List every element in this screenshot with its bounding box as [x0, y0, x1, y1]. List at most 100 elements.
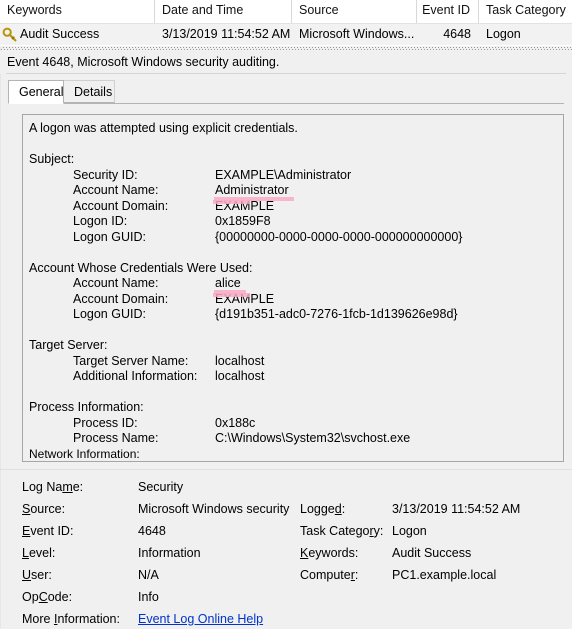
summary-row: Keywords: Audit Success [22, 544, 564, 563]
column-header-keywords[interactable]: Keywords [0, 0, 155, 23]
detail-row: Logon GUID: {00000000-0000-0000-0000-0000… [29, 230, 563, 246]
detail-value: 0x1859F8 [215, 214, 271, 228]
section-heading: Account Whose Credentials Were Used: [29, 260, 253, 275]
summary-row: OpCode: Info [22, 588, 564, 607]
tab-general[interactable]: General [8, 80, 64, 104]
summary-row: Task Category: Logon [22, 522, 564, 541]
accelerator-letter: K [300, 546, 309, 560]
tab-strip: General Details [8, 80, 564, 104]
cell-date-and-time: 3/13/2019 11:54:52 AM [162, 27, 291, 41]
detail-row: Process ID: 0x188c [29, 416, 563, 432]
event-title: Event 4648, Microsoft Windows security a… [0, 51, 572, 74]
event-list-pane: Keywords Date and Time Source Event ID Task … [0, 0, 572, 46]
list-splitter[interactable] [0, 46, 572, 50]
summary-label: Keywords: [300, 546, 359, 560]
summary-row: Log Name: Security [22, 478, 564, 497]
event-summary-grid: Log Name: Security Source: Microsoft Window… [22, 478, 564, 626]
detail-label: Logon ID: [73, 214, 128, 228]
summary-value: Logon [392, 524, 427, 538]
detail-row: Target Server Name: localhost [29, 354, 563, 370]
detail-label: Additional Information: [73, 369, 198, 383]
summary-label: More Information: [22, 612, 120, 626]
accelerator-letter: r [369, 524, 374, 538]
summary-label: OpCode: [22, 590, 73, 604]
summary-label: Computer: [300, 568, 359, 582]
accelerator-letter: C [38, 590, 48, 604]
accelerator-letter: I [53, 612, 58, 626]
detail-row: Logon GUID: {d191b351-adc0-7276-1fcb-1d13… [29, 307, 563, 323]
title-divider [6, 73, 566, 74]
summary-label: Log Name: [22, 480, 84, 494]
summary-value: Security [138, 480, 184, 494]
detail-label: Process Name: [73, 431, 159, 445]
detail-value-highlighted: EXAMPLE [212, 291, 275, 306]
detail-value-highlighted: Administrator [214, 183, 294, 200]
cell-keywords-label: Audit Success [20, 27, 100, 41]
detail-label: Target Server Name: [73, 353, 189, 368]
column-header-event-id[interactable]: Event ID [417, 0, 479, 23]
detail-value-highlighted: alice [214, 276, 246, 293]
section-heading: Target Server: [29, 338, 108, 352]
detail-value: 0x188c [215, 415, 256, 430]
general-detail-content: A logon was attempted using explicit cre… [23, 115, 563, 447]
summary-value: Audit Success [392, 546, 472, 560]
accelerator-letter: r [350, 568, 355, 582]
column-header-date-and-time[interactable]: Date and Time [155, 0, 292, 23]
detail-label: Account Name: [73, 276, 159, 290]
detail-label: Account Domain: [73, 198, 169, 213]
general-summary-line: A logon was attempted using explicit cre… [29, 121, 298, 135]
detail-value: {00000000-0000-0000-0000-000000000000} [215, 229, 463, 244]
list-column-header[interactable]: Keywords Date and Time Source Event ID Task … [0, 0, 572, 24]
detail-row: Account Name: Administrator [29, 183, 563, 200]
detail-value: EXAMPLE\Administrator [215, 167, 352, 182]
event-list-row-selected[interactable]: Audit Success 3/13/2019 11:54:52 AM Micros… [0, 24, 572, 45]
detail-label: Logon GUID: [73, 229, 146, 244]
clipped-section-heading: Network Information: [29, 447, 140, 461]
detail-label: Security ID: [73, 167, 138, 182]
accelerator-letter: m [62, 480, 73, 494]
column-header-source[interactable]: Source [292, 0, 417, 23]
summary-value: 3/13/2019 11:54:52 AM [392, 502, 521, 516]
detail-summary-divider [0, 469, 572, 470]
detail-label: Logon GUID: [73, 307, 146, 321]
detail-row: Additional Information: localhost [29, 369, 563, 385]
cell-event-id: 4648 [443, 27, 471, 41]
summary-row: More Information: Event Log Online Help [22, 610, 564, 629]
detail-value: {d191b351-adc0-7276-1fcb-1d139626e98d} [215, 307, 458, 321]
detail-label: Process ID: [73, 415, 138, 430]
detail-row: Account Domain: EXAMPLE [29, 292, 563, 308]
summary-row: Logged: 3/13/2019 11:54:52 AM [22, 500, 564, 519]
detail-value: C:\Windows\System32\svchost.exe [215, 431, 411, 445]
general-detail-pane[interactable]: A logon was attempted using explicit cre… [22, 114, 564, 462]
detail-row: Security ID: EXAMPLE\Administrator [29, 168, 563, 184]
window-left-edge [0, 46, 1, 628]
summary-row: Computer: PC1.example.local [22, 566, 564, 585]
detail-row: Process Name: C:\Windows\System32\svchost… [29, 431, 563, 447]
detail-row: Account Name: alice [29, 276, 563, 293]
cell-source: Microsoft Windows... [299, 27, 415, 41]
key-icon [2, 27, 17, 41]
detail-value: localhost [215, 353, 265, 368]
column-header-task-category[interactable]: Task Category [479, 0, 572, 23]
detail-value: localhost [215, 369, 265, 383]
section-heading: Process Information: [29, 400, 144, 414]
summary-label: Task Category: [300, 524, 384, 538]
summary-value: Info [138, 590, 159, 604]
summary-value: PC1.example.local [392, 568, 497, 582]
tab-details[interactable]: Details [63, 80, 115, 103]
cell-task-category: Logon [486, 27, 521, 41]
detail-row: Account Domain: EXAMPLE [29, 199, 563, 215]
accelerator-letter: d [334, 502, 342, 516]
cell-keywords: Audit Success [0, 24, 155, 45]
detail-value-highlighted: EXAMPLE [212, 198, 275, 213]
detail-label: Account Name: [73, 183, 159, 197]
section-heading: Subject: [29, 152, 75, 166]
general-sections: Subject: Security ID: EXAMPLE\Administrato… [29, 152, 563, 447]
summary-label: Logged: [300, 502, 346, 516]
event-log-online-help-link[interactable]: Event Log Online Help [138, 610, 263, 629]
detail-row: Logon ID: 0x1859F8 [29, 214, 563, 230]
